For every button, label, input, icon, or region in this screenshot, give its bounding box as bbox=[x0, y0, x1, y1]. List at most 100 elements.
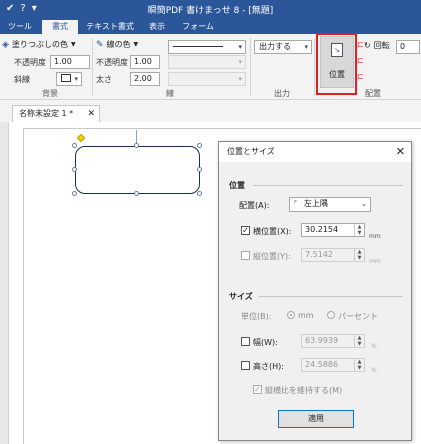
separator bbox=[250, 38, 251, 96]
x-position-checkbox[interactable]: ✓ bbox=[241, 226, 250, 235]
height-unit: % bbox=[371, 367, 377, 374]
thickness-label: 太さ bbox=[96, 75, 112, 84]
chevron-down-icon: ▾ bbox=[238, 58, 242, 66]
rounded-rectangle-shape[interactable] bbox=[75, 146, 200, 194]
rotation-input[interactable]: 0 bbox=[396, 40, 420, 54]
resize-handle-bottom-right[interactable] bbox=[197, 191, 202, 196]
y-position-input[interactable]: 7.5142 ▲ ▼ bbox=[301, 248, 365, 262]
pen-icon: ✎ bbox=[96, 39, 104, 50]
unit-percent-radio[interactable] bbox=[327, 311, 335, 319]
height-label: 高さ(H): bbox=[253, 362, 284, 371]
x-position-value: 30.2154 bbox=[305, 225, 339, 234]
ribbon: ◈ 塗りつぶしの色 ▼ 不透明度 1.00 斜線 ▾ 背景 ✎ 線の色 ▼ 不透… bbox=[0, 34, 421, 100]
height-value: 24.5886 bbox=[305, 360, 339, 369]
tab-form[interactable]: フォーム bbox=[180, 20, 216, 34]
opacity-input-1[interactable]: 1.00 bbox=[50, 55, 90, 69]
anchor-value: 左上隅 bbox=[303, 199, 328, 208]
chevron-down-icon: ▾ bbox=[238, 43, 242, 51]
resize-handle-bottom-left[interactable] bbox=[72, 191, 77, 196]
thickness-input[interactable]: 2.00 bbox=[130, 72, 160, 86]
resize-handle-top-left[interactable] bbox=[72, 143, 77, 148]
x-position-input[interactable]: 30.2154 ▲ ▼ bbox=[301, 223, 365, 237]
output-dropdown[interactable]: 出力する ▾ bbox=[254, 40, 312, 54]
chevron-down-icon: ⌄ bbox=[361, 200, 367, 208]
resize-handle-bottom[interactable] bbox=[134, 191, 139, 196]
opacity-input-2[interactable]: 1.00 bbox=[130, 55, 160, 69]
chevron-down-icon: ▼ bbox=[71, 41, 76, 48]
separator bbox=[314, 38, 315, 96]
resize-handle-left[interactable] bbox=[72, 167, 77, 172]
group-label-arrange: 配置 bbox=[365, 89, 381, 98]
group-button[interactable]: ⊏ bbox=[357, 72, 364, 81]
spinner-icon[interactable]: ▲ ▼ bbox=[354, 224, 364, 236]
group-label-output: 出力 bbox=[274, 89, 290, 98]
title-bar: ✔ ? ▾ 瞬簡PDF 書けまっせ 8 - [無題] bbox=[0, 0, 421, 18]
unit-label: 単位(B): bbox=[241, 312, 272, 321]
line-style-preview bbox=[173, 46, 223, 47]
highlight-box bbox=[316, 33, 357, 95]
order-button[interactable]: ⊏ bbox=[357, 56, 364, 65]
dash-style-dropdown[interactable]: ▾ bbox=[168, 55, 246, 69]
document-tab[interactable]: 名称未設定 1 * ✕ bbox=[12, 105, 100, 122]
keep-ratio-label: 縦横比を維持する(M) bbox=[265, 386, 343, 395]
hatch-swatch bbox=[61, 74, 71, 82]
opacity-value-2: 1.00 bbox=[134, 57, 152, 66]
width-checkbox[interactable] bbox=[241, 337, 250, 346]
hatch-label: 斜線 bbox=[14, 75, 30, 84]
chevron-down-icon: ▾ bbox=[74, 75, 78, 83]
keep-ratio-checkbox[interactable]: ✓ bbox=[253, 385, 262, 394]
rotate-icon: ↻ bbox=[364, 41, 371, 50]
spinner-icon[interactable]: ▲ ▼ bbox=[354, 359, 364, 371]
separator bbox=[92, 38, 93, 96]
hatch-dropdown[interactable]: ▾ bbox=[56, 72, 82, 86]
section-divider bbox=[253, 185, 403, 186]
resize-handle-top-right[interactable] bbox=[197, 143, 202, 148]
y-position-value: 7.5142 bbox=[305, 250, 333, 259]
group-icon: ⊏ bbox=[357, 72, 364, 81]
document-tab-bar: 名称未設定 1 * ✕ bbox=[0, 100, 421, 122]
tab-text-format[interactable]: テキスト書式 bbox=[84, 20, 136, 34]
anchor-icon: ⌜ bbox=[294, 200, 298, 208]
apply-button[interactable]: 適用 bbox=[278, 410, 354, 428]
resize-handle-right[interactable] bbox=[197, 167, 202, 172]
spinner-icon[interactable]: ▲ ▼ bbox=[354, 249, 364, 261]
vertical-ruler bbox=[0, 122, 9, 444]
close-icon[interactable]: ✕ bbox=[396, 145, 405, 158]
anchor-dropdown[interactable]: ⌜ 左上隅 ⌄ bbox=[289, 197, 371, 212]
output-dropdown-value: 出力する bbox=[259, 42, 291, 51]
unit-mm-radio[interactable] bbox=[287, 311, 295, 319]
line-color-label: 線の色 bbox=[106, 40, 131, 49]
unit-mm-label: mm bbox=[298, 311, 314, 320]
opacity-label-1: 不透明度 bbox=[14, 58, 46, 67]
section-divider bbox=[259, 296, 403, 297]
tab-tools[interactable]: ツール bbox=[6, 20, 34, 34]
document-tab-label: 名称未設定 1 * bbox=[19, 109, 74, 118]
spinner-icon[interactable]: ▲ ▼ bbox=[354, 335, 364, 347]
unit-percent-label: パーセント bbox=[338, 312, 378, 321]
size-section-label: サイズ bbox=[229, 292, 253, 301]
width-input[interactable]: 63.9939 ▲ ▼ bbox=[301, 334, 365, 348]
position-size-dialog: 位置とサイズ ✕ 位置 配置(A): ⌜ 左上隅 ⌄ ✓ 横位置(X): 30.… bbox=[218, 141, 412, 441]
fill-color-button[interactable]: ◈ 塗りつぶしの色 ▼ bbox=[2, 39, 76, 50]
y-unit: mm bbox=[369, 258, 381, 265]
tab-view[interactable]: 表示 bbox=[144, 20, 170, 34]
opacity-value-1: 1.00 bbox=[54, 57, 72, 66]
chevron-down-icon: ▼ bbox=[133, 41, 139, 48]
opacity-label-2: 不透明度 bbox=[96, 58, 128, 67]
resize-handle-top[interactable] bbox=[134, 143, 139, 148]
ribbon-tabs: ツール 書式 テキスト書式 表示 フォーム bbox=[0, 18, 421, 34]
tab-format[interactable]: 書式 bbox=[42, 20, 78, 34]
line-style-dropdown[interactable]: ▾ bbox=[168, 40, 246, 54]
align-icon: ⊏ bbox=[357, 40, 364, 49]
width-unit: % bbox=[371, 343, 377, 350]
height-input[interactable]: 24.5886 ▲ ▼ bbox=[301, 358, 365, 372]
position-section-label: 位置 bbox=[229, 181, 245, 190]
chevron-down-icon: ▾ bbox=[238, 75, 242, 83]
y-position-checkbox[interactable] bbox=[241, 251, 250, 260]
line-color-button[interactable]: ✎ 線の色 ▼ bbox=[96, 39, 138, 50]
arrow-style-dropdown[interactable]: ▾ bbox=[168, 72, 246, 86]
height-checkbox[interactable] bbox=[241, 361, 250, 370]
window-title: 瞬簡PDF 書けまっせ 8 - [無題] bbox=[147, 6, 274, 16]
close-icon[interactable]: ✕ bbox=[87, 106, 95, 122]
align-button[interactable]: ⊏ bbox=[357, 40, 364, 49]
